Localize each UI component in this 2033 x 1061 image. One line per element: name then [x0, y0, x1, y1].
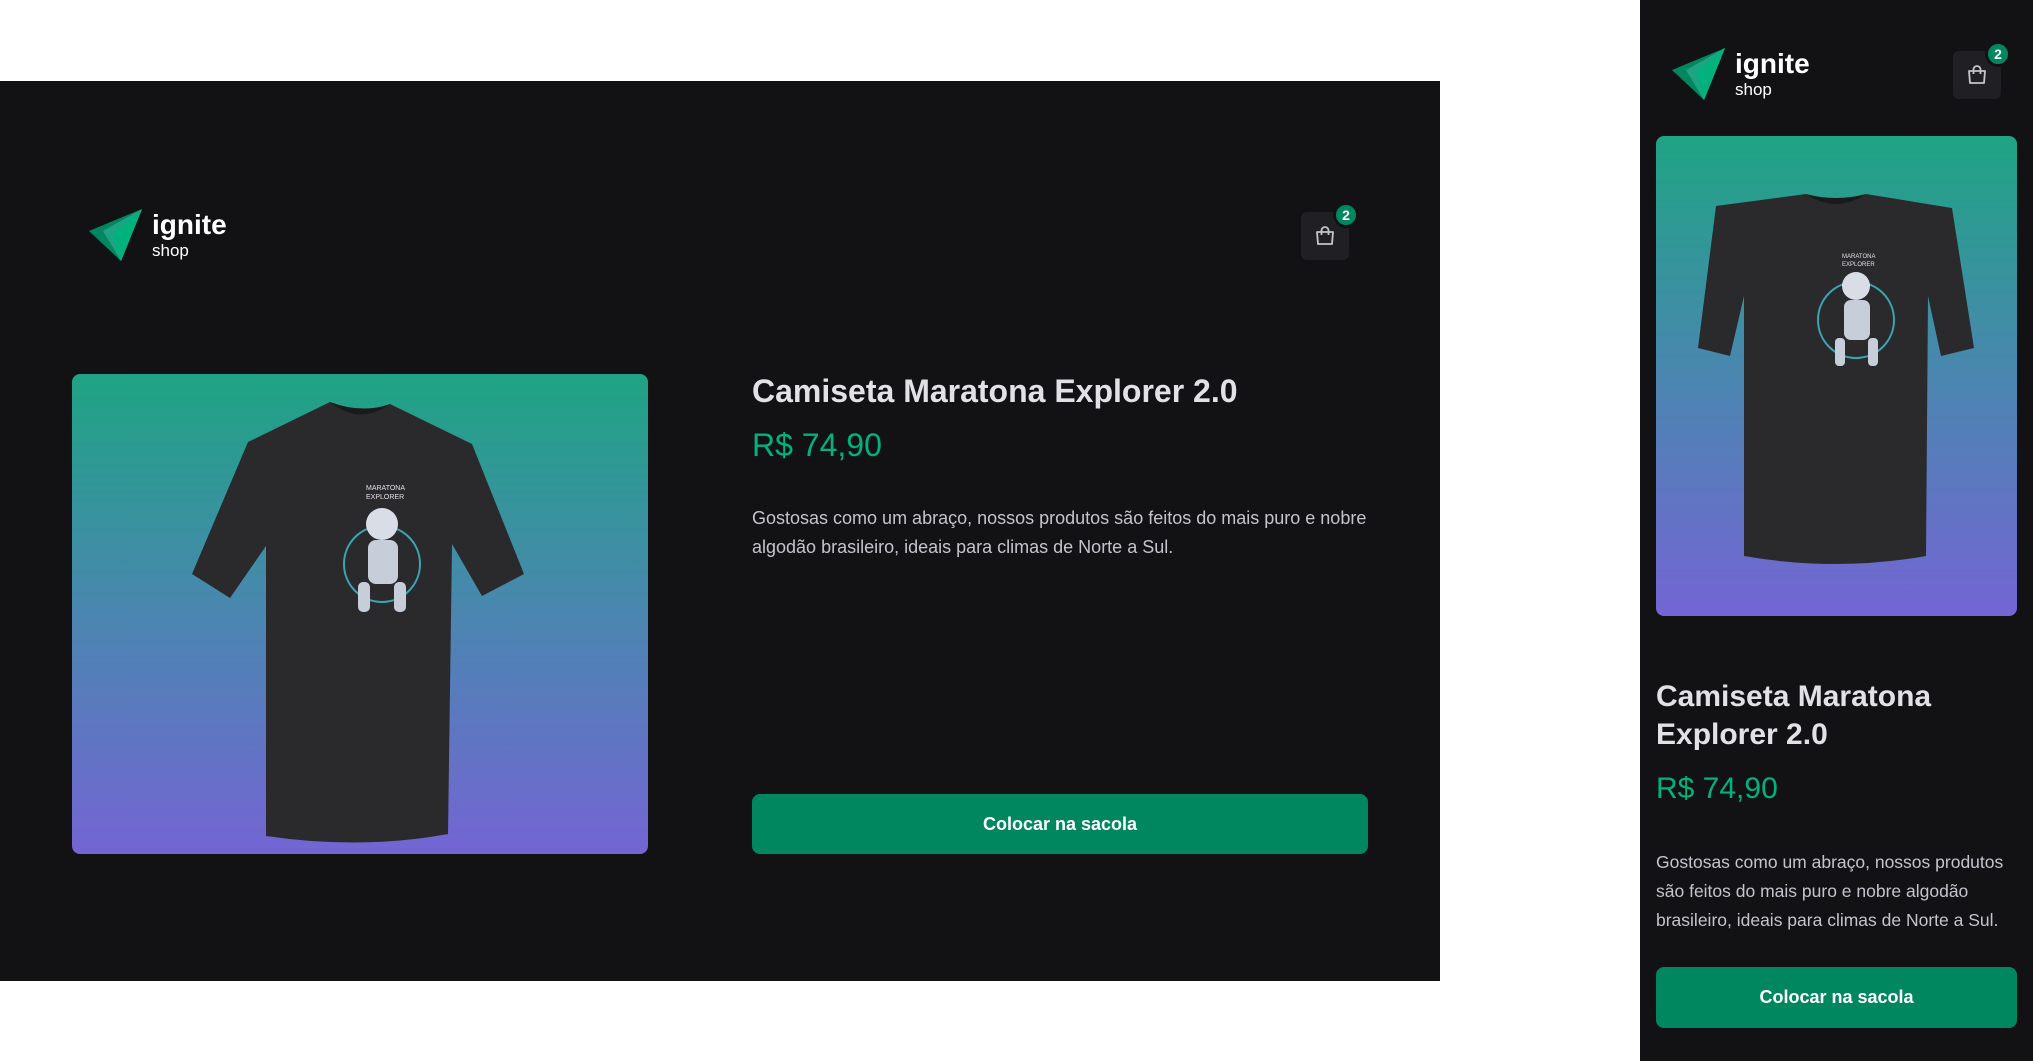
add-to-bag-button[interactable]: Colocar na sacola	[1656, 967, 2017, 1028]
shirt-print-line1: MARATONA	[366, 485, 405, 492]
product-description: Gostosas como um abraço, nossos produtos…	[1656, 852, 2004, 930]
cart-count-badge: 2	[1333, 202, 1359, 228]
cart-button[interactable]: 2	[1301, 202, 1359, 260]
product-image: MARATONA EXPLORER	[1656, 136, 2017, 616]
logo-title: ignite	[152, 209, 227, 240]
logo-subtitle: shop	[152, 241, 189, 260]
tshirt-image: MARATONA EXPLORER	[192, 402, 524, 843]
logo-title: ignite	[1735, 48, 1810, 79]
shirt-print-line2: EXPLORER	[366, 494, 404, 501]
add-to-bag-button[interactable]: Colocar na sacola	[752, 794, 1368, 854]
mobile-view: ignite shop 2 MARATONA EXPLORER Camiseta…	[1640, 0, 2033, 1061]
product-title: Camiseta Maratona Explorer 2.0	[1656, 680, 1932, 751]
shirt-print-line1: MARATONA	[1842, 254, 1875, 260]
logo-subtitle: shop	[1735, 80, 1772, 99]
shirt-print-line2: EXPLORER	[1842, 262, 1875, 268]
shopping-bag-icon	[1316, 226, 1334, 245]
product-price: R$ 74,90	[752, 427, 882, 463]
product-price: R$ 74,90	[1656, 772, 1778, 805]
product-image: MARATONA EXPLORER	[72, 374, 648, 854]
logo[interactable]: ignite shop	[1672, 48, 1810, 100]
product-description: Gostosas como um abraço, nossos produtos…	[752, 508, 1367, 557]
tshirt-image: MARATONA EXPLORER	[1698, 194, 1974, 564]
logo-icon	[89, 209, 142, 261]
cart-count-badge: 2	[1985, 41, 2011, 67]
shopping-bag-icon	[1968, 65, 1986, 84]
product-title: Camiseta Maratona Explorer 2.0	[752, 373, 1238, 409]
desktop-view: ignite shop 2 MARATONA EXPLORER Camiseta…	[0, 81, 1440, 981]
logo[interactable]: ignite shop	[89, 209, 227, 261]
cart-button[interactable]: 2	[1953, 41, 2011, 99]
logo-icon	[1672, 48, 1725, 100]
